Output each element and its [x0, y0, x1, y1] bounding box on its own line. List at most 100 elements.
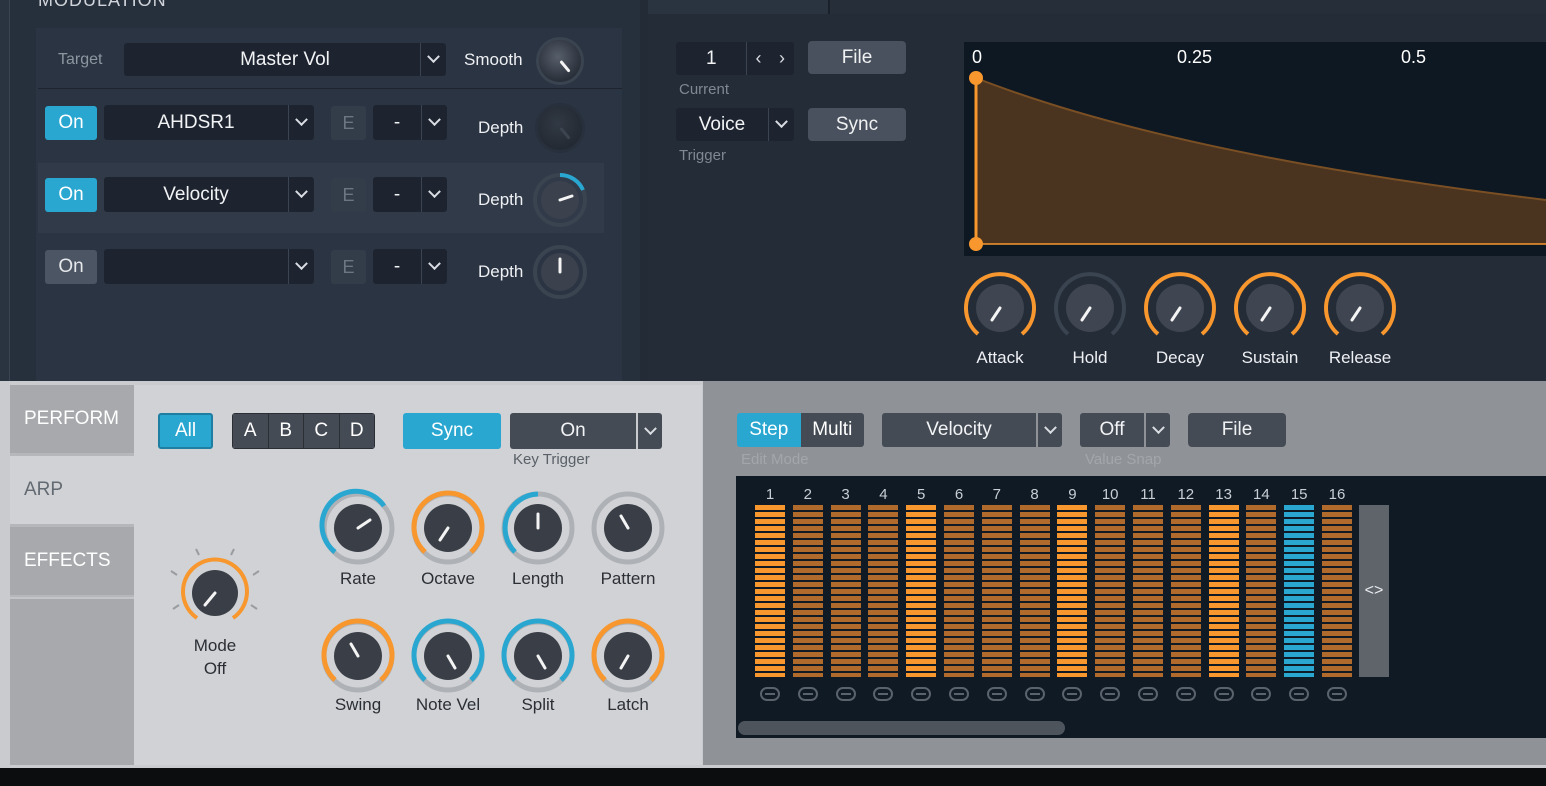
horizontal-scrollbar[interactable]	[738, 721, 1065, 735]
step-tie-toggle-icon[interactable]	[1024, 687, 1045, 701]
step-bar-13[interactable]	[1208, 505, 1239, 677]
mod-row-3-via-dropdown[interactable]: -	[373, 249, 447, 284]
step-bar-11[interactable]	[1133, 505, 1163, 677]
step-bar-8[interactable]	[1019, 505, 1050, 677]
mod-row-1-e-button[interactable]: E	[331, 106, 366, 140]
chevron-down-icon	[288, 177, 314, 212]
mod-row-2-via-dropdown[interactable]: -	[373, 177, 447, 212]
step-tie-toggle-icon[interactable]	[1100, 687, 1121, 701]
modulation-title: MODULATION	[38, 0, 167, 10]
mod-row-1-via-dropdown[interactable]: -	[373, 105, 447, 140]
tab-effects[interactable]: EFFECTS	[10, 527, 134, 595]
step-bar-15[interactable]	[1284, 505, 1315, 677]
step-bar-14[interactable]	[1246, 505, 1277, 677]
mod-row-2-source: Velocity	[163, 183, 229, 205]
release-knob[interactable]	[1320, 268, 1400, 348]
prev-arrow-icon[interactable]: ‹	[746, 42, 770, 75]
split-knob[interactable]	[498, 616, 578, 696]
mod-row-2-on-button[interactable]: On	[45, 178, 97, 212]
rate-knob[interactable]	[318, 488, 398, 568]
mod-row-2-e-button[interactable]: E	[331, 178, 366, 212]
mod-row-1-depth-knob[interactable]	[535, 103, 585, 153]
multi-mode-button[interactable]: Multi	[800, 413, 864, 447]
scroll-arrows-icon[interactable]: <>	[1359, 505, 1389, 677]
step-tie-toggle-icon[interactable]	[1251, 687, 1272, 701]
step-tie-toggle-icon[interactable]	[797, 687, 818, 701]
step-tie-toggle-icon[interactable]	[986, 687, 1007, 701]
group-c-button[interactable]: C	[304, 414, 340, 448]
step-bar-2[interactable]	[792, 505, 823, 677]
hold-label: Hold	[1072, 348, 1108, 367]
smooth-knob[interactable]	[539, 40, 581, 82]
step-bar-9[interactable]	[1057, 505, 1088, 677]
mod-row-1-on-button[interactable]: On	[45, 106, 97, 140]
envelope-sync-button[interactable]: Sync	[808, 108, 906, 141]
mod-row-3-on-button[interactable]: On	[45, 250, 97, 284]
mod-row-3-depth-knob[interactable]	[530, 242, 590, 302]
group-d-button[interactable]: D	[339, 414, 374, 448]
hold-knob[interactable]	[1050, 268, 1130, 348]
attack-knob[interactable]	[960, 268, 1040, 348]
trigger-dropdown[interactable]: Voice	[676, 108, 794, 141]
note-vel-knob[interactable]	[408, 616, 488, 696]
group-b-button[interactable]: B	[268, 414, 304, 448]
step-bar-5[interactable]	[906, 505, 937, 677]
chevron-down-icon	[636, 413, 662, 449]
mod-row-1-source-dropdown[interactable]: AHDSR1	[104, 105, 314, 140]
mode-label: Mode	[193, 636, 237, 655]
all-button[interactable]: All	[158, 413, 213, 449]
decay-knob[interactable]	[1140, 268, 1220, 348]
step-number: 10	[1101, 486, 1119, 503]
envelope-file-button[interactable]: File	[808, 41, 906, 74]
key-trigger-dropdown[interactable]: On	[510, 413, 662, 449]
arp-sync-button[interactable]: Sync	[403, 413, 501, 449]
next-arrow-icon[interactable]: ›	[770, 42, 794, 75]
tab-arp[interactable]: ARP	[10, 456, 134, 524]
group-a-button[interactable]: A	[233, 414, 269, 448]
step-bar-6[interactable]	[944, 505, 974, 677]
step-tie-toggle-icon[interactable]	[949, 687, 969, 701]
envelope-attack-handle[interactable]	[969, 71, 983, 85]
step-mode-button[interactable]: Step	[737, 413, 801, 447]
pattern-knob[interactable]	[588, 488, 668, 568]
mode-knob[interactable]	[165, 543, 265, 643]
target-dropdown[interactable]: Master Vol	[124, 43, 446, 76]
mod-row-3-source-dropdown[interactable]	[104, 249, 314, 284]
step-bar-1[interactable]	[755, 505, 785, 677]
mod-row-2-depth-knob[interactable]	[530, 170, 590, 230]
tab-segment[interactable]	[830, 0, 1546, 14]
length-knob[interactable]	[498, 488, 578, 568]
step-tie-toggle-icon[interactable]	[1213, 687, 1234, 701]
step-param-dropdown[interactable]: Velocity	[882, 413, 1062, 447]
mod-row-2-via: -	[393, 183, 401, 205]
step-tie-toggle-icon[interactable]	[1289, 687, 1310, 701]
tab-segment[interactable]	[648, 0, 828, 14]
mod-row-2-source-dropdown[interactable]: Velocity	[104, 177, 314, 212]
step-bar-16[interactable]	[1322, 505, 1352, 677]
step-tie-toggle-icon[interactable]	[1062, 687, 1083, 701]
step-tie-toggle-icon[interactable]	[911, 687, 932, 701]
tab-perform[interactable]: PERFORM	[10, 385, 134, 453]
step-tie-toggle-icon[interactable]	[835, 687, 856, 701]
step-tie-toggle-icon[interactable]	[760, 687, 780, 701]
step-number: 8	[1030, 486, 1039, 503]
value-snap-dropdown[interactable]: Off	[1080, 413, 1170, 447]
step-bar-3[interactable]	[830, 505, 861, 677]
step-tie-toggle-icon[interactable]	[1138, 687, 1158, 701]
step-tie-toggle-icon[interactable]	[1175, 687, 1196, 701]
sustain-knob[interactable]	[1230, 268, 1310, 348]
envelope-graph[interactable]	[964, 42, 1546, 256]
step-bar-12[interactable]	[1170, 505, 1201, 677]
step-bar-4[interactable]	[868, 505, 899, 677]
step-bar-10[interactable]	[1095, 505, 1126, 677]
swing-knob[interactable]	[318, 616, 398, 696]
sequencer-file-button[interactable]: File	[1188, 413, 1286, 447]
step-bar-7[interactable]	[981, 505, 1012, 677]
step-tie-toggle-icon[interactable]	[1327, 687, 1347, 701]
octave-knob[interactable]	[408, 488, 488, 568]
envelope-start-handle[interactable]	[969, 237, 983, 251]
mod-row-3-e-button[interactable]: E	[331, 250, 366, 284]
step-tie-toggle-icon[interactable]	[873, 687, 894, 701]
latch-knob[interactable]	[588, 616, 668, 696]
latch-label: Latch	[607, 695, 649, 714]
